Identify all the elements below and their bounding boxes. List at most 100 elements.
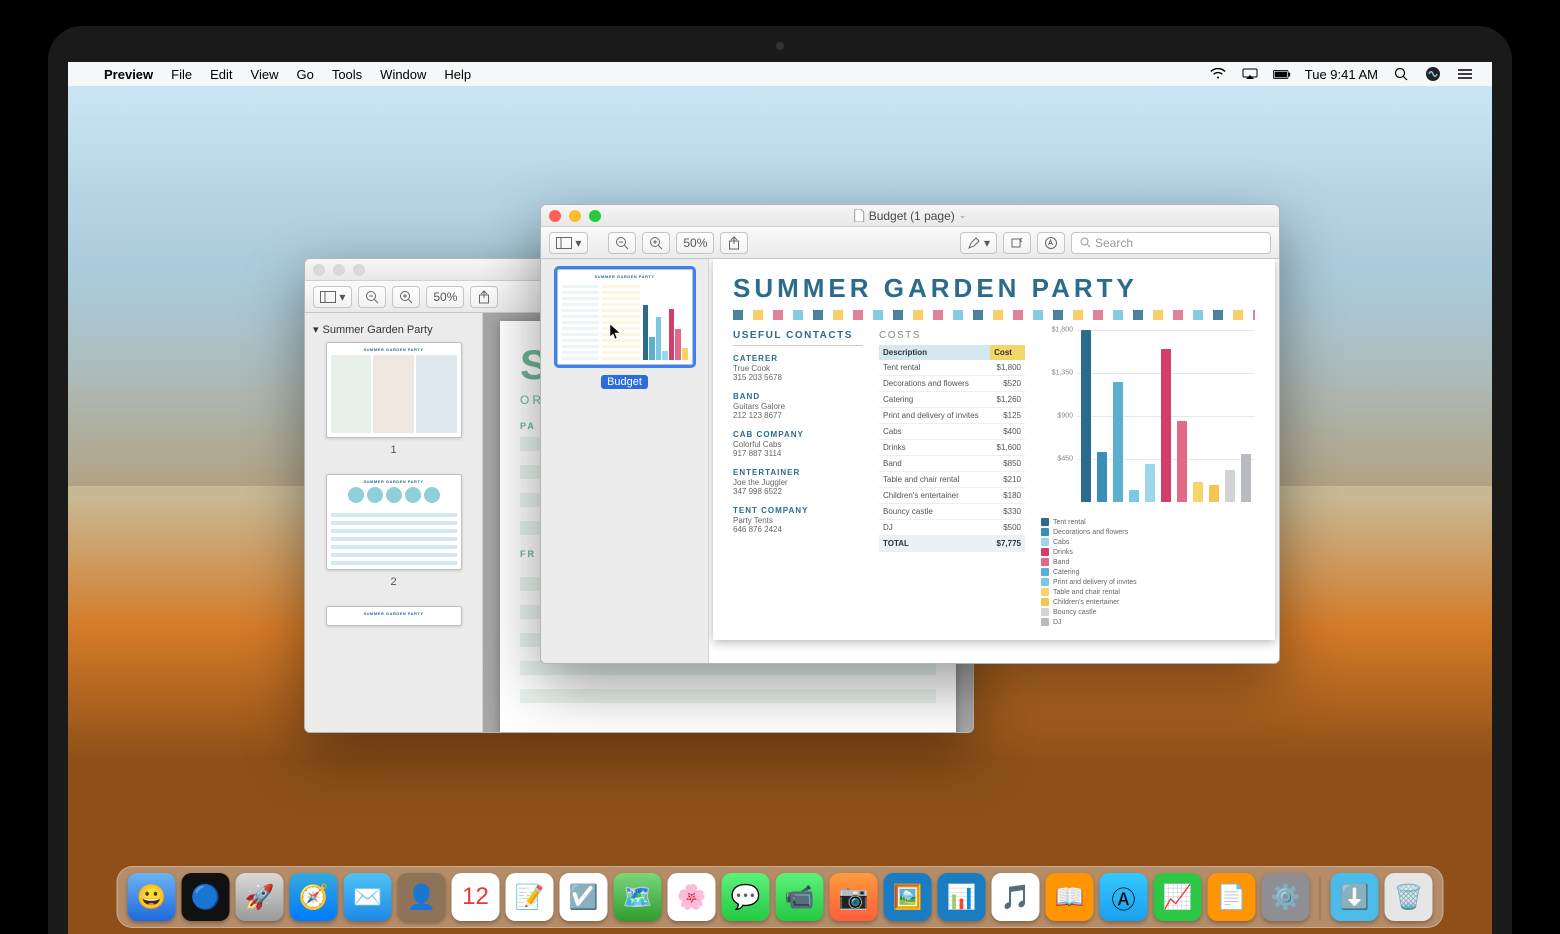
close-button[interactable]: [549, 210, 561, 222]
dock-messages[interactable]: 💬: [722, 873, 770, 921]
rotate-button[interactable]: [1003, 232, 1031, 254]
dock-system-preferences[interactable]: ⚙️: [1262, 873, 1310, 921]
dock-maps[interactable]: 🗺️: [614, 873, 662, 921]
thumbnail-sidebar[interactable]: SUMMER GARDEN PARTY Budget: [541, 259, 709, 663]
menu-view[interactable]: View: [251, 67, 279, 82]
menu-help[interactable]: Help: [444, 67, 471, 82]
sidebar-doc-title: ▾Summer Garden Party: [313, 323, 474, 336]
airplay-icon[interactable]: [1241, 65, 1259, 83]
table-row: DJ$500: [879, 520, 1025, 536]
dock[interactable]: 😀 🔵 🚀 🧭 ✉️ 👤 12 📝 ☑️ 🗺️ 🌸 💬 📹 📷 🖼️ 📊 🎵 📖…: [117, 866, 1444, 928]
fullscreen-button-back[interactable]: [353, 264, 365, 276]
cost-desc: Bouncy castle: [879, 504, 990, 520]
siri-icon[interactable]: [1424, 65, 1442, 83]
dock-keynote[interactable]: 📊: [938, 873, 986, 921]
dock-downloads[interactable]: ⬇️: [1331, 873, 1379, 921]
thumbnail-page-1[interactable]: SUMMER GARDEN PARTY: [326, 342, 462, 438]
dock-facetime[interactable]: 📹: [776, 873, 824, 921]
cost-desc: Drinks: [879, 440, 990, 456]
chart-legend: Tent rentalDecorations and flowersCabsDr…: [1041, 518, 1255, 626]
legend-item: Children's entertainer: [1041, 598, 1161, 606]
minimize-button[interactable]: [569, 210, 581, 222]
wifi-icon[interactable]: [1209, 65, 1227, 83]
dock-finder[interactable]: 😀: [128, 873, 176, 921]
document-icon: [854, 209, 865, 222]
contact-block: BANDGuitars Galore212 123 8677: [733, 392, 863, 420]
zoom-in-back[interactable]: [392, 286, 420, 308]
cost-desc: Catering: [879, 392, 990, 408]
markup-button[interactable]: [1037, 232, 1065, 254]
dock-appstore[interactable]: Ⓐ: [1100, 873, 1148, 921]
dock-contacts[interactable]: 👤: [398, 873, 446, 921]
window-title[interactable]: Budget (1 page) ⌄: [854, 209, 967, 223]
dock-itunes[interactable]: 🎵: [992, 873, 1040, 921]
zoom-in-button[interactable]: [642, 232, 670, 254]
dock-calendar[interactable]: 12: [452, 873, 500, 921]
cost-desc: Decorations and flowers: [879, 376, 990, 392]
contact-block: CAB COMPANYColorful Cabs917 887 3114: [733, 430, 863, 458]
battery-icon[interactable]: [1273, 65, 1291, 83]
sidebar-toggle[interactable]: ▾: [549, 232, 588, 254]
menu-edit[interactable]: Edit: [210, 67, 232, 82]
share-button[interactable]: [720, 232, 748, 254]
menu-go[interactable]: Go: [296, 67, 313, 82]
chart-bar: [1225, 470, 1235, 502]
chart-bar: [1097, 452, 1107, 502]
zoom-value-back[interactable]: 50%: [426, 286, 464, 308]
dock-photos[interactable]: 🌸: [668, 873, 716, 921]
menubar-app-name[interactable]: Preview: [104, 67, 153, 82]
contact-phone: 212 123 8677: [733, 411, 863, 420]
contact-name: Party Tents: [733, 516, 863, 525]
dock-ibooks[interactable]: 📖: [1046, 873, 1094, 921]
fullscreen-button[interactable]: [589, 210, 601, 222]
dock-pages[interactable]: 📄: [1208, 873, 1256, 921]
dock-mail[interactable]: ✉️: [344, 873, 392, 921]
sidebar-toggle-back[interactable]: ▾: [313, 286, 352, 308]
toolbar-front: ▾ 50% ▾ Search: [541, 227, 1279, 259]
dock-notes[interactable]: 📝: [506, 873, 554, 921]
dock-reminders[interactable]: ☑️: [560, 873, 608, 921]
spotlight-icon[interactable]: [1392, 65, 1410, 83]
dock-preview[interactable]: 🖼️: [884, 873, 932, 921]
menu-window[interactable]: Window: [380, 67, 426, 82]
search-icon: [1080, 237, 1091, 248]
total-label: TOTAL: [879, 536, 990, 552]
close-button-back[interactable]: [313, 264, 325, 276]
notification-center-icon[interactable]: [1456, 65, 1474, 83]
contacts-heading: USEFUL CONTACTS: [733, 330, 863, 341]
content-area[interactable]: SUMMER GARDEN PARTY USEFUL CONTACTS CATE…: [709, 259, 1279, 663]
dock-siri[interactable]: 🔵: [182, 873, 230, 921]
menu-tools[interactable]: Tools: [332, 67, 362, 82]
page-title: SUMMER GARDEN PARTY: [733, 273, 1255, 304]
table-row: Bouncy castle$330: [879, 504, 1025, 520]
page-label-1: 1: [313, 444, 474, 456]
chart-bar: [1241, 454, 1251, 502]
chart-bar: [1161, 349, 1171, 502]
zoom-value[interactable]: 50%: [676, 232, 714, 254]
highlight-button[interactable]: ▾: [960, 232, 997, 254]
share-button-back[interactable]: [470, 286, 498, 308]
cost-value: $1,260: [990, 392, 1025, 408]
col-cost: Cost: [990, 345, 1025, 360]
search-field[interactable]: Search: [1071, 232, 1271, 254]
titlebar-front[interactable]: Budget (1 page) ⌄: [541, 205, 1279, 227]
menu-file[interactable]: File: [171, 67, 192, 82]
minimize-button-back[interactable]: [333, 264, 345, 276]
thumbnail-budget[interactable]: SUMMER GARDEN PARTY: [557, 269, 693, 365]
menubar-clock[interactable]: Tue 9:41 AM: [1305, 67, 1378, 82]
preview-window-front[interactable]: Budget (1 page) ⌄ ▾ 50% ▾ Search: [540, 204, 1280, 664]
table-row: Table and chair rental$210: [879, 472, 1025, 488]
cost-desc: Band: [879, 456, 990, 472]
dock-safari[interactable]: 🧭: [290, 873, 338, 921]
dock-trash[interactable]: 🗑️: [1385, 873, 1433, 921]
zoom-out-back[interactable]: [358, 286, 386, 308]
dock-numbers[interactable]: 📈: [1154, 873, 1202, 921]
table-row: Catering$1,260: [879, 392, 1025, 408]
thumbnail-page-3-partial[interactable]: SUMMER GARDEN PARTY: [326, 606, 462, 626]
table-row: Tent rental$1,800: [879, 360, 1025, 376]
dock-photobooth[interactable]: 📷: [830, 873, 878, 921]
dock-launchpad[interactable]: 🚀: [236, 873, 284, 921]
thumbnail-sidebar-back[interactable]: ▾Summer Garden Party SUMMER GARDEN PARTY…: [305, 313, 483, 732]
thumbnail-page-2[interactable]: SUMMER GARDEN PARTY: [326, 474, 462, 570]
zoom-out-button[interactable]: [608, 232, 636, 254]
